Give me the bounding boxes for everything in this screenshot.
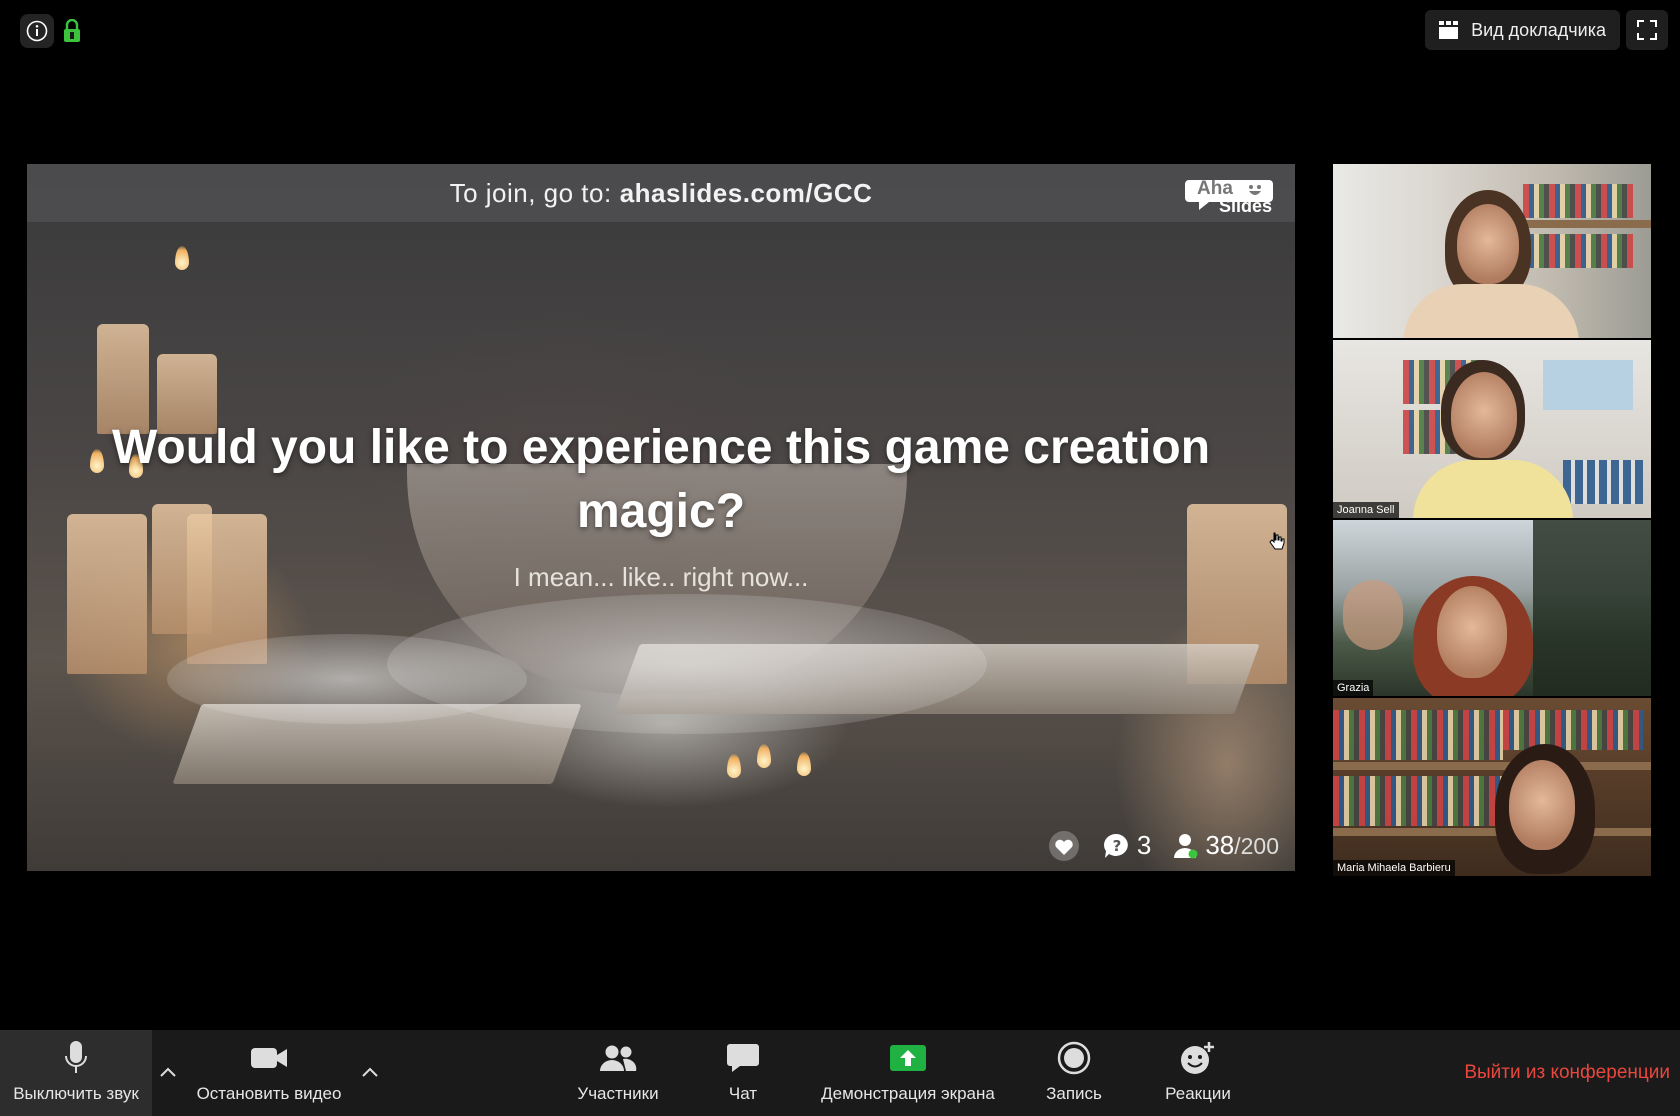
- participant-name: Grazia: [1333, 680, 1374, 696]
- slide-stats: ? 3 38/200: [1047, 830, 1279, 861]
- hand-cursor-icon: [1269, 532, 1285, 550]
- flame: [757, 744, 771, 768]
- info-button[interactable]: [20, 14, 54, 48]
- participants-total: /200: [1234, 833, 1279, 859]
- world-map: [1543, 360, 1633, 410]
- record-icon: [1057, 1041, 1091, 1075]
- smoke: [167, 634, 527, 724]
- speaker-view-button[interactable]: Вид докладчика: [1425, 10, 1620, 50]
- chevron-up-icon: [362, 1067, 378, 1077]
- person-icon: [1174, 833, 1198, 858]
- mute-label: Выключить звук: [13, 1084, 139, 1103]
- participant-video[interactable]: Joanna Sell: [1333, 340, 1651, 518]
- chat-button[interactable]: Чат: [708, 1030, 778, 1116]
- audience-stat: 38/200: [1173, 830, 1279, 861]
- leave-meeting-button[interactable]: Выйти из конференции: [1464, 1062, 1670, 1084]
- encryption-lock[interactable]: [60, 16, 84, 46]
- join-instructions: To join, go to: ahaslides.com/GCC: [27, 164, 1295, 222]
- questions-count: 3: [1136, 830, 1152, 860]
- join-url: ahaslides.com/GCC: [619, 177, 873, 208]
- ahaslides-logo: Aha Slides: [1185, 174, 1281, 216]
- record-button[interactable]: Запись: [1036, 1030, 1112, 1116]
- participants-button[interactable]: Участники: [566, 1030, 670, 1116]
- participants-count: 38: [1205, 830, 1235, 860]
- mute-button[interactable]: Выключить звук: [0, 1030, 152, 1116]
- flame: [175, 246, 189, 270]
- chat-label: Чат: [728, 1084, 758, 1103]
- chevron-up-icon: [160, 1067, 176, 1077]
- stop-video-label: Остановить видео: [196, 1084, 342, 1103]
- waving-hand: [1343, 580, 1403, 650]
- reactions-label: Реакции: [1165, 1084, 1231, 1103]
- reactions-stat[interactable]: [1047, 830, 1081, 861]
- question-icon: ?: [1103, 833, 1128, 858]
- heart-icon: [1048, 830, 1079, 861]
- record-label: Запись: [1046, 1084, 1102, 1103]
- meeting-toolbar: Выключить звук Остановить видео Участник…: [0, 1030, 1680, 1116]
- fullscreen-button[interactable]: [1626, 10, 1668, 50]
- stop-video-button[interactable]: Остановить видео: [186, 1030, 352, 1116]
- slide-subtitle: I mean... like.. right now...: [513, 562, 809, 592]
- participants-icon: [600, 1045, 637, 1071]
- participant-name: Maria Mihaela Barbieru: [1333, 860, 1455, 876]
- emoji-add-icon: [1181, 1042, 1214, 1074]
- participants-label: Участники: [577, 1084, 659, 1103]
- participant-video[interactable]: Grazia: [1333, 520, 1651, 696]
- participant-video[interactable]: Maria Mihaela Barbieru: [1333, 698, 1651, 876]
- flame: [727, 754, 741, 778]
- info-icon: [26, 20, 48, 42]
- audio-options-caret[interactable]: [154, 1058, 182, 1086]
- svg-text:?: ?: [1112, 837, 1121, 855]
- fullscreen-icon: [1637, 20, 1657, 40]
- slide-title: Would you like to experience this game c…: [111, 421, 1211, 538]
- reactions-button[interactable]: Реакции: [1156, 1030, 1240, 1116]
- questions-stat[interactable]: ? 3: [1103, 830, 1151, 861]
- video-camera-icon: [251, 1048, 287, 1068]
- microphone-icon: [65, 1041, 87, 1073]
- flame: [797, 752, 811, 776]
- share-screen-icon: [890, 1045, 926, 1071]
- speaker-view-label: Вид докладчика: [1471, 19, 1606, 40]
- share-screen-button[interactable]: Демонстрация экрана: [808, 1030, 1008, 1116]
- grid-icon: [1439, 21, 1459, 39]
- shared-screen[interactable]: To join, go to: ahaslides.com/GCC Aha Sl…: [27, 164, 1295, 871]
- lock-icon: [64, 19, 80, 42]
- share-screen-label: Демонстрация экрана: [821, 1084, 995, 1103]
- video-options-caret[interactable]: [356, 1058, 384, 1086]
- participant-video[interactable]: [1333, 164, 1651, 338]
- join-prefix: To join, go to:: [449, 177, 612, 208]
- chat-bubble-icon: [727, 1044, 759, 1072]
- participant-name: Joanna Sell: [1333, 502, 1399, 518]
